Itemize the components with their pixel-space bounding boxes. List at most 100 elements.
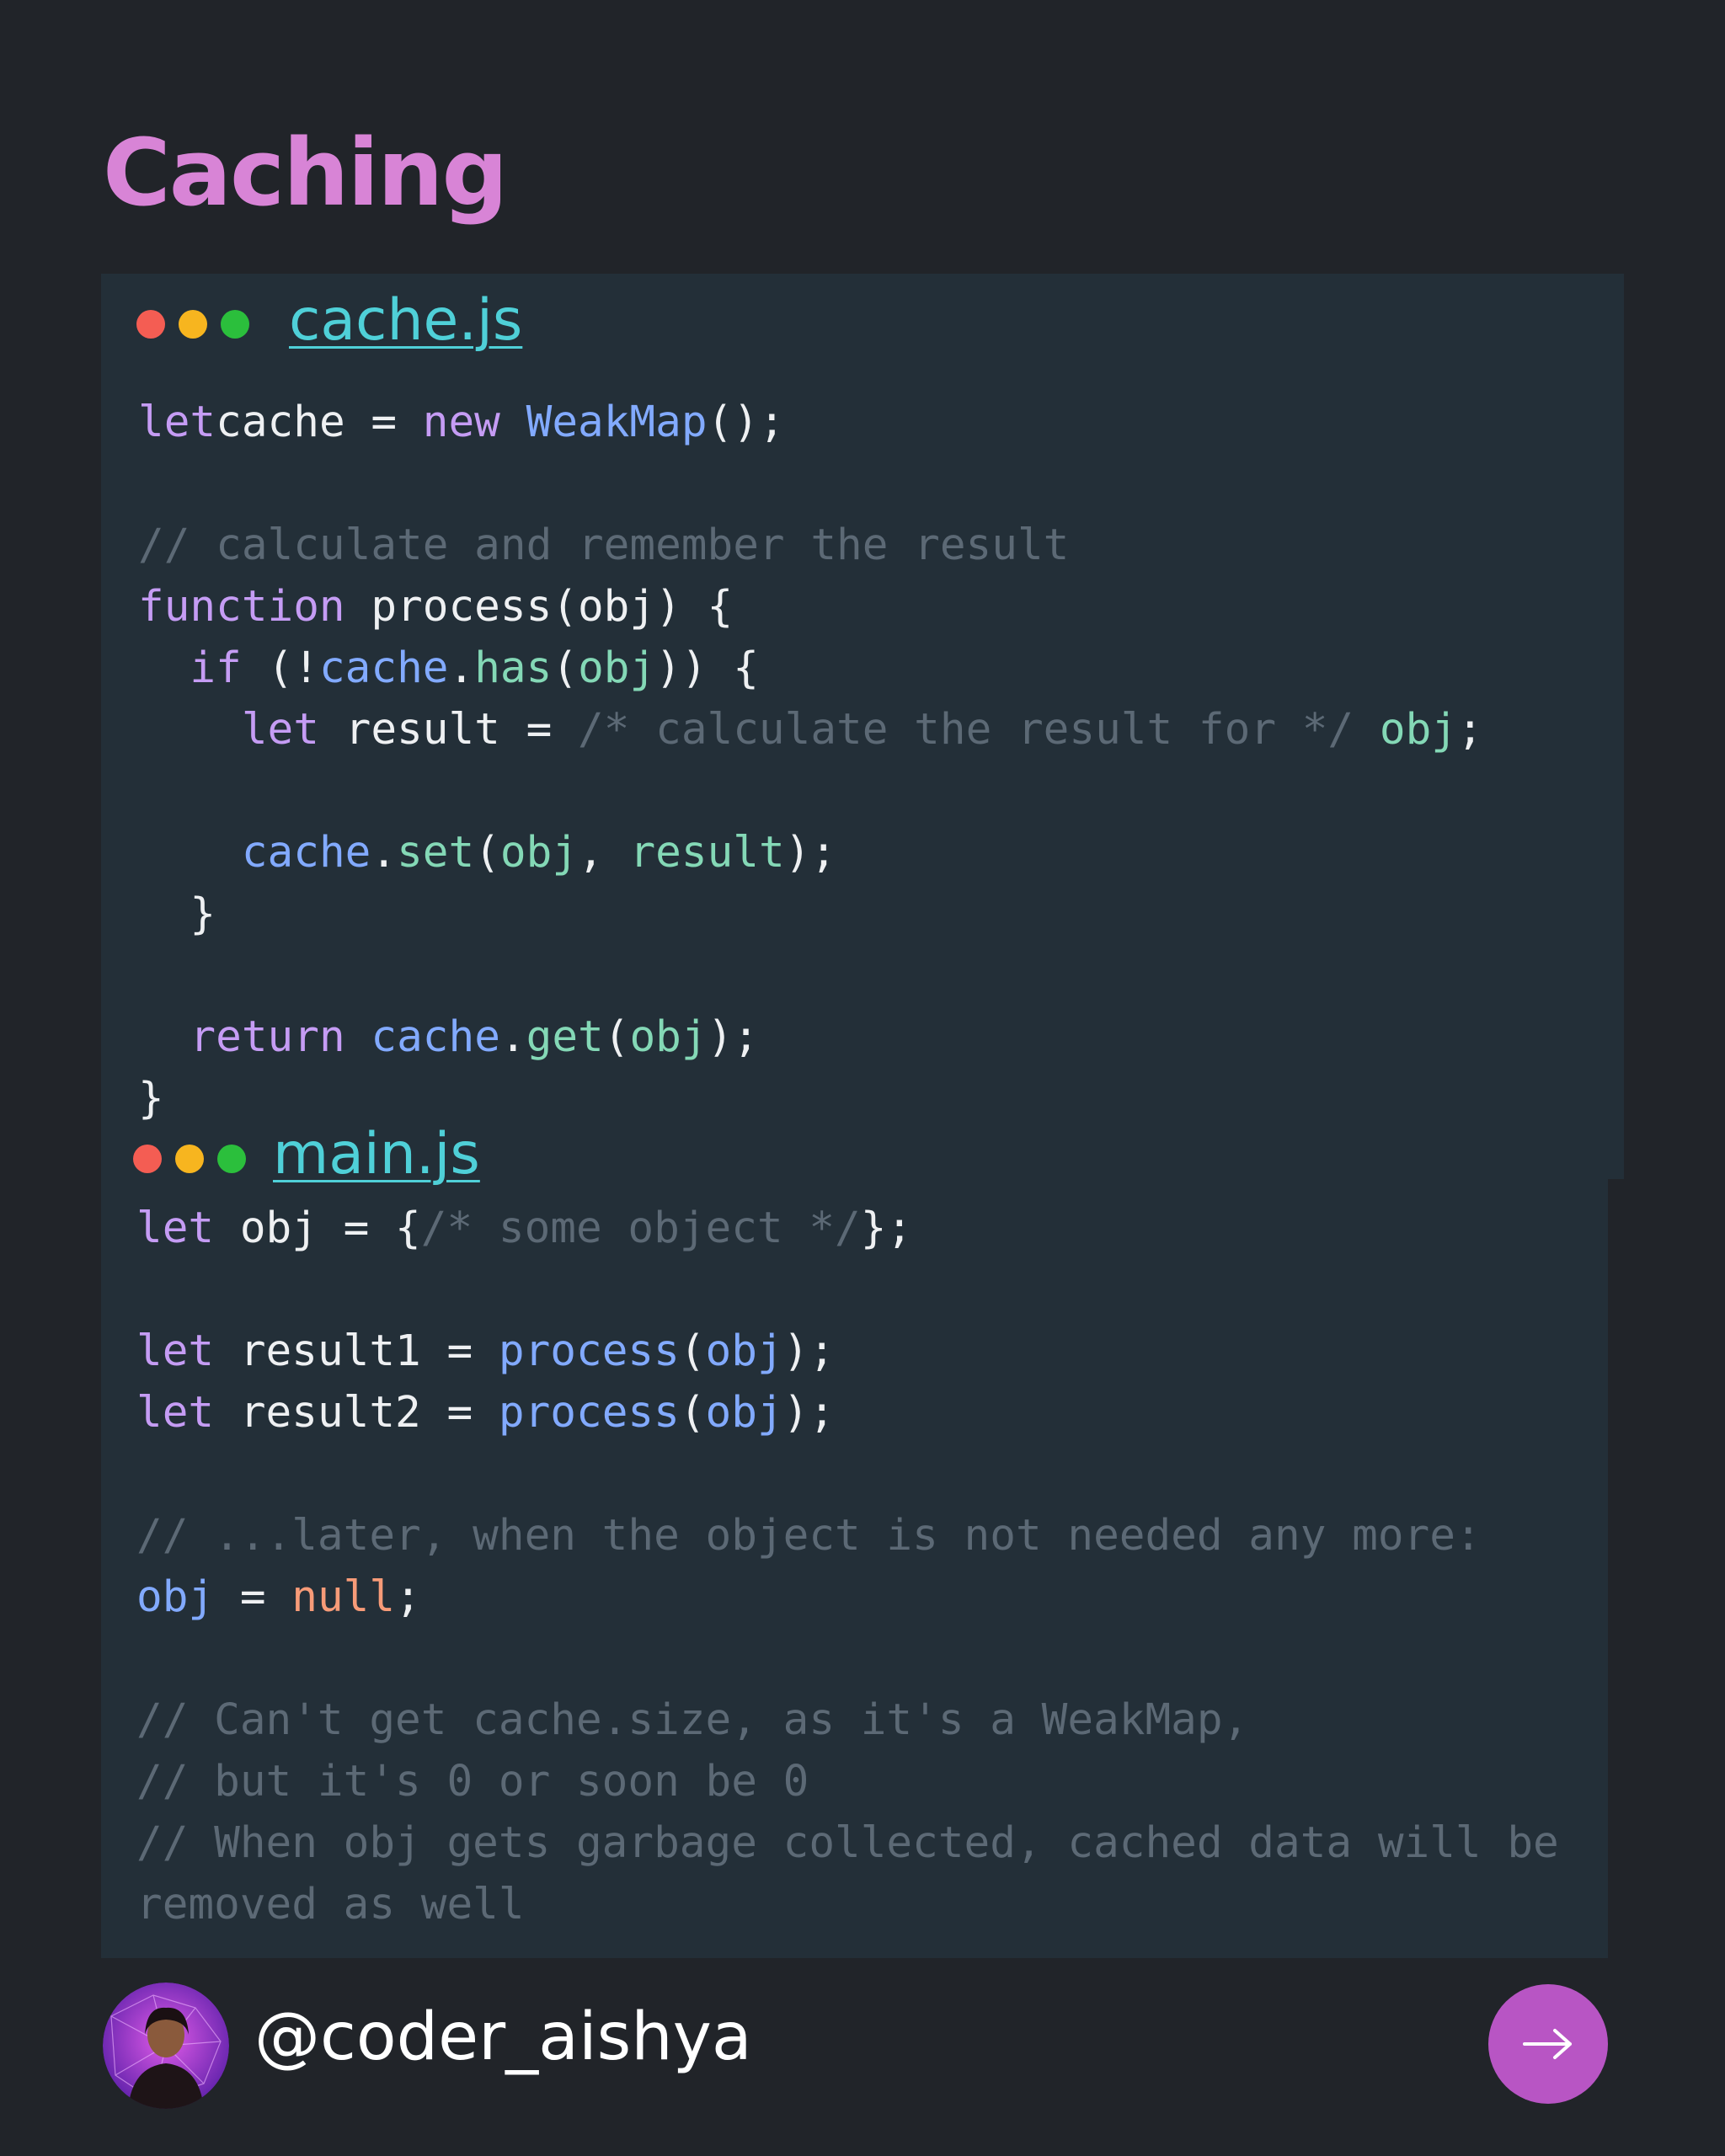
- code-token: }: [138, 889, 216, 939]
- code-line: return cache.get(obj);: [138, 1006, 1483, 1068]
- code-line: // ...later, when the object is not need…: [136, 1505, 1559, 1566]
- code-token: // When obj gets garbage collected, cach…: [136, 1818, 1559, 1868]
- code-line: // Can't get cache.size, as it's a WeakM…: [136, 1689, 1559, 1751]
- code-token: cache: [371, 1012, 500, 1062]
- code-token: obj: [705, 1326, 783, 1376]
- code-token: get: [526, 1012, 604, 1062]
- code-token: process: [498, 1326, 680, 1376]
- code-token: return: [190, 1012, 345, 1062]
- code-token: has: [474, 643, 553, 693]
- code-block-main-js: let obj = {/* some object */}; let resul…: [136, 1198, 1559, 1935]
- code-token: ();: [707, 398, 785, 447]
- code-token: cache: [318, 643, 449, 693]
- code-token: ,: [578, 828, 630, 878]
- code-token: obj: [578, 643, 656, 693]
- filename-tab-main-js[interactable]: main.js: [273, 1126, 480, 1183]
- code-token: )) {: [655, 643, 760, 693]
- code-token: );: [782, 1326, 836, 1376]
- code-token: set: [397, 828, 475, 878]
- window-controls: [136, 310, 249, 339]
- code-token: removed as well: [136, 1880, 525, 1929]
- code-token: (: [474, 828, 500, 878]
- code-token: process(obj) {: [344, 582, 734, 632]
- code-token: null: [291, 1572, 396, 1622]
- code-token: obj: [136, 1572, 215, 1622]
- minimize-dot-icon[interactable]: [175, 1145, 204, 1173]
- code-token: result2 =: [214, 1388, 499, 1438]
- code-token: cache: [241, 828, 371, 878]
- code-token: (: [603, 1012, 630, 1062]
- code-token: let: [136, 1203, 215, 1253]
- code-token: (!: [241, 643, 319, 693]
- code-token: obj: [629, 1012, 708, 1062]
- code-token: (: [552, 643, 579, 693]
- code-token: process: [498, 1388, 680, 1438]
- code-line: letcache = new WeakMap();: [138, 392, 1483, 453]
- code-token: );: [782, 1388, 836, 1438]
- code-line: let result1 = process(obj);: [136, 1321, 1559, 1382]
- code-token: // ...later, when the object is not need…: [136, 1511, 1482, 1561]
- code-token: (: [679, 1388, 706, 1438]
- code-token: obj = {: [214, 1203, 421, 1253]
- close-dot-icon[interactable]: [136, 310, 165, 339]
- code-token: cache =: [216, 398, 423, 447]
- code-line: if (!cache.has(obj)) {: [138, 638, 1483, 699]
- code-token: }: [138, 1074, 164, 1123]
- code-token: let: [241, 705, 319, 755]
- code-line: // calculate and remember the result: [138, 515, 1483, 576]
- code-line: // When obj gets garbage collected, cach…: [136, 1812, 1559, 1874]
- code-token: .: [371, 828, 398, 878]
- minimize-dot-icon[interactable]: [179, 310, 207, 339]
- code-token: if: [190, 643, 242, 693]
- page-title: Caching: [103, 119, 508, 227]
- code-token: // calculate and remember the result: [138, 520, 1070, 570]
- code-line: let result2 = process(obj);: [136, 1382, 1559, 1444]
- code-token: WeakMap: [526, 398, 708, 447]
- code-token: obj: [705, 1388, 783, 1438]
- code-token: =: [214, 1572, 292, 1622]
- code-token: result: [629, 828, 785, 878]
- code-token: ;: [395, 1572, 421, 1622]
- code-panel-main-js: main.js let obj = {/* some object */}; l…: [101, 1126, 1608, 1958]
- window-controls: [133, 1145, 246, 1173]
- code-block-cache-js: letcache = new WeakMap(); // calculate a…: [138, 392, 1483, 1129]
- code-token: obj: [499, 828, 579, 878]
- code-line: }: [138, 883, 1483, 945]
- code-token: (: [679, 1326, 706, 1376]
- code-token: // but it's 0 or soon be 0: [136, 1757, 809, 1806]
- maximize-dot-icon[interactable]: [217, 1145, 246, 1173]
- code-token: let: [136, 1326, 215, 1376]
- code-token: function: [138, 582, 345, 632]
- code-token: .: [448, 643, 475, 693]
- avatar: [103, 1983, 229, 2109]
- arrow-right-icon: [1523, 2029, 1572, 2059]
- code-token: result1 =: [214, 1326, 499, 1376]
- code-panel-cache-js: cache.js letcache = new WeakMap(); // ca…: [101, 274, 1624, 1179]
- code-line: cache.set(obj, result);: [138, 822, 1483, 883]
- code-token: let: [136, 1388, 215, 1438]
- next-button[interactable]: [1488, 1984, 1608, 2104]
- maximize-dot-icon[interactable]: [221, 310, 249, 339]
- code-token: };: [860, 1203, 913, 1253]
- code-token: ;: [1456, 705, 1483, 755]
- code-line: // but it's 0 or soon be 0: [136, 1751, 1559, 1812]
- close-dot-icon[interactable]: [133, 1145, 162, 1173]
- code-line: function process(obj) {: [138, 576, 1483, 638]
- code-line: obj = null;: [136, 1566, 1559, 1628]
- code-token: /* calculate the result for */: [578, 705, 1354, 755]
- filename-tab-cache-js[interactable]: cache.js: [289, 292, 522, 350]
- code-token: let: [138, 398, 216, 447]
- code-token: );: [784, 828, 837, 878]
